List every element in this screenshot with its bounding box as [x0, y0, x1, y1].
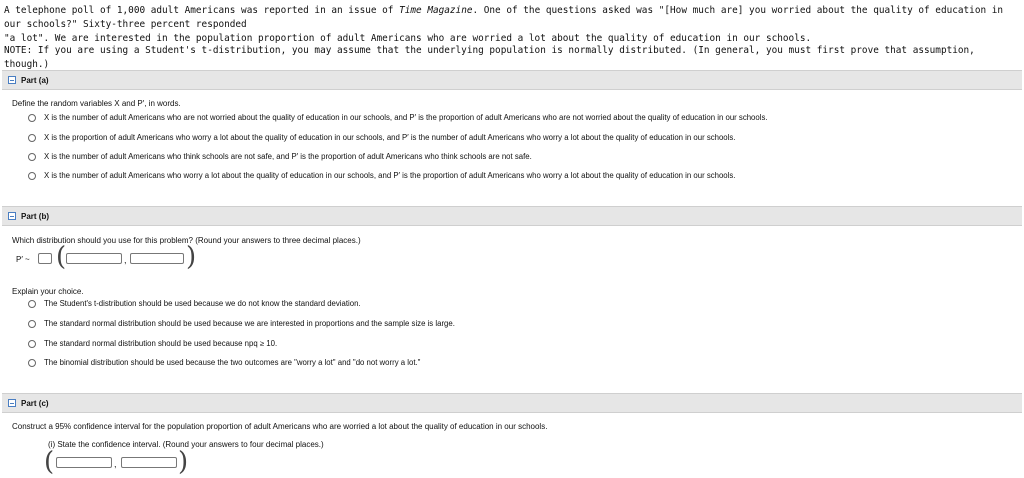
magazine-name: Time Magazine: [399, 5, 473, 16]
option-label: X is the number of adult Americans who a…: [44, 113, 768, 122]
part-c-question: Construct a 95% confidence interval for …: [12, 422, 548, 431]
note-text: NOTE: If you are using a Student's t-dis…: [4, 45, 975, 70]
radio-button[interactable]: [28, 320, 36, 328]
open-paren: (: [56, 242, 67, 272]
radio-button[interactable]: [28, 172, 36, 180]
part-b-title: Part (b): [21, 211, 49, 221]
distribution-input[interactable]: [38, 253, 52, 264]
ci-open-paren: (: [44, 447, 55, 477]
part-a-question: Define the random variables X and P′, in…: [12, 99, 181, 108]
option-label: The standard normal distribution should …: [44, 339, 278, 348]
option-label: X is the number of adult Americans who w…: [44, 171, 736, 180]
radio-button[interactable]: [28, 359, 36, 367]
collapse-icon[interactable]: [8, 76, 16, 84]
part-a-title: Part (a): [21, 75, 49, 85]
ci-comma: ,: [114, 459, 117, 469]
option-label: The standard normal distribution should …: [44, 319, 455, 328]
p-prime-label: P′ ~: [16, 255, 30, 264]
radio-button[interactable]: [28, 153, 36, 161]
part-c-header[interactable]: Part (c): [2, 393, 1022, 413]
part-a-option-4[interactable]: X is the number of adult Americans who w…: [28, 171, 735, 181]
option-label: The Student's t-distribution should be u…: [44, 299, 361, 308]
option-label: X is the proportion of adult Americans w…: [44, 133, 736, 142]
ci-lower-input[interactable]: [56, 457, 112, 468]
radio-button[interactable]: [28, 300, 36, 308]
sd-input[interactable]: [130, 253, 184, 264]
option-label: X is the number of adult Americans who t…: [44, 152, 532, 161]
part-a-option-2[interactable]: X is the proportion of adult Americans w…: [28, 133, 735, 143]
radio-button[interactable]: [28, 134, 36, 142]
part-b-option-2[interactable]: The standard normal distribution should …: [28, 319, 455, 329]
ci-close-paren: ): [178, 447, 189, 477]
problem-statement: A telephone poll of 1,000 adult American…: [4, 4, 1020, 46]
explain-label: Explain your choice.: [12, 287, 84, 296]
radio-button[interactable]: [28, 114, 36, 122]
part-a-option-3[interactable]: X is the number of adult Americans who t…: [28, 152, 532, 162]
mean-input[interactable]: [66, 253, 122, 264]
part-b-option-3[interactable]: The standard normal distribution should …: [28, 339, 277, 349]
radio-button[interactable]: [28, 340, 36, 348]
part-b-header[interactable]: Part (b): [2, 206, 1022, 226]
part-b-option-1[interactable]: The Student's t-distribution should be u…: [28, 299, 361, 309]
comma-separator: ,: [124, 255, 127, 265]
option-label: The binomial distribution should be used…: [44, 358, 421, 367]
part-c-title: Part (c): [21, 398, 49, 408]
collapse-icon[interactable]: [8, 399, 16, 407]
ci-upper-input[interactable]: [121, 457, 177, 468]
intro-text-1: A telephone poll of 1,000 adult American…: [4, 5, 400, 16]
close-paren: ): [186, 242, 197, 272]
part-a-header[interactable]: Part (a): [2, 70, 1022, 90]
part-b-option-4[interactable]: The binomial distribution should be used…: [28, 358, 420, 368]
collapse-icon[interactable]: [8, 212, 16, 220]
intro-text-3: "a lot". We are interested in the popula…: [4, 33, 812, 44]
part-a-option-1[interactable]: X is the number of adult Americans who a…: [28, 113, 768, 123]
